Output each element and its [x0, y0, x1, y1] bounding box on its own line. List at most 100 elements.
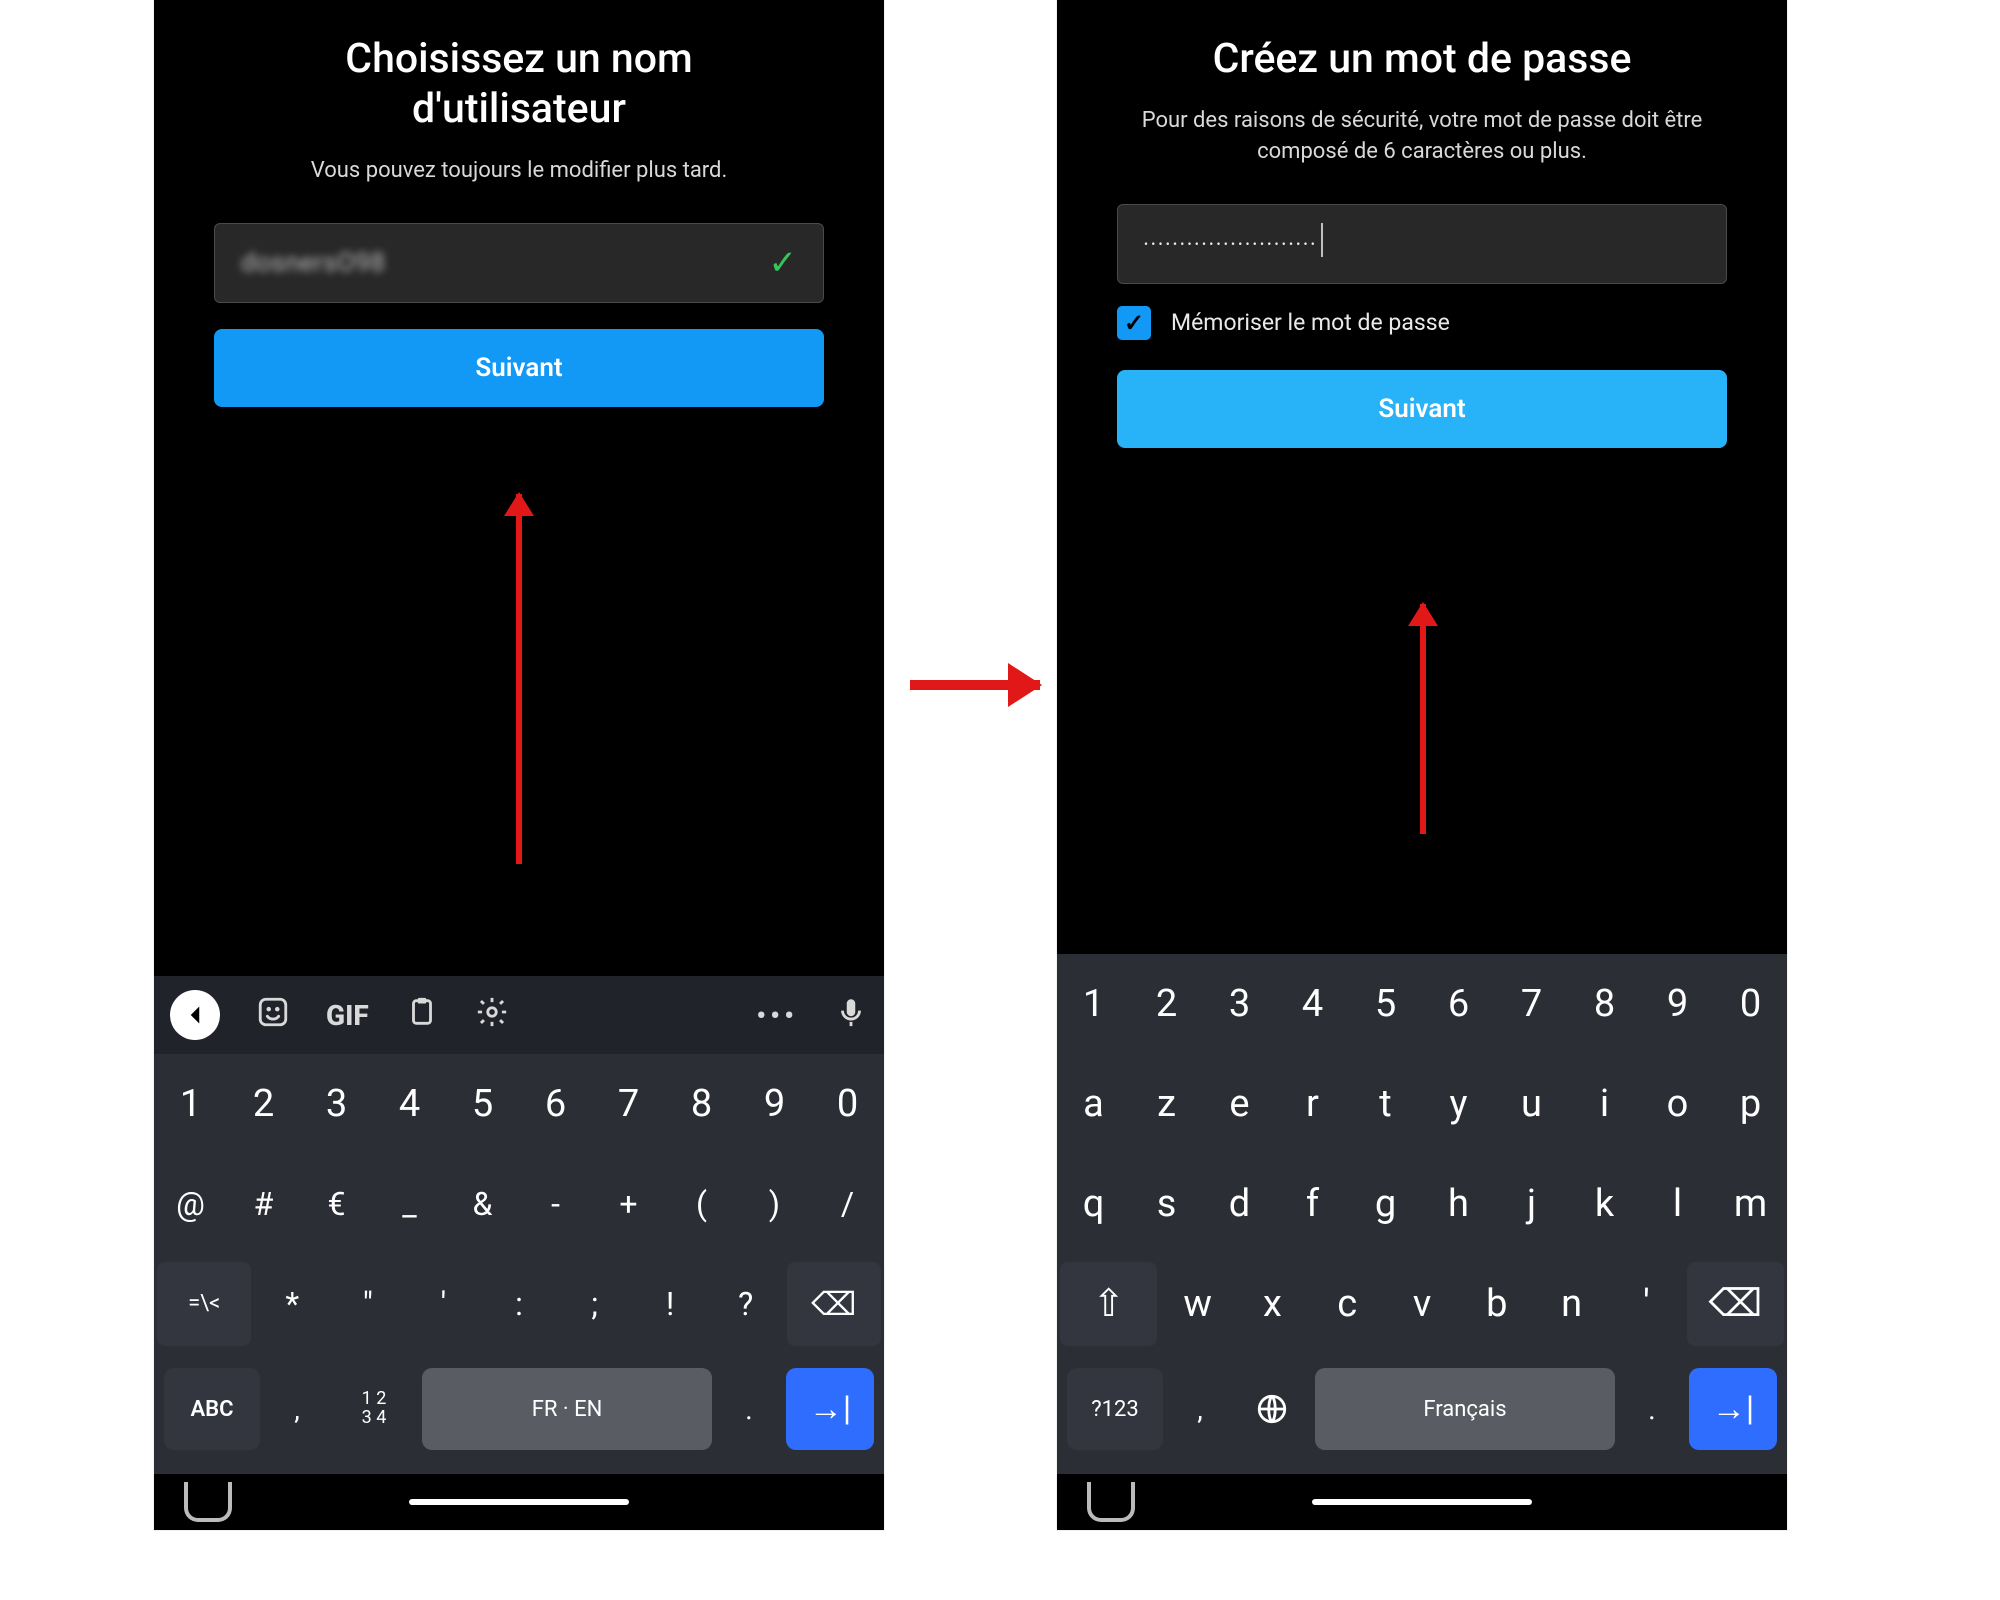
key-"[interactable]: ": [333, 1262, 403, 1346]
key-abc[interactable]: ABC: [164, 1368, 260, 1450]
password-field[interactable]: ••••••••••••••••••••••••: [1117, 204, 1727, 284]
key-9[interactable]: 9: [741, 1062, 808, 1146]
key-q[interactable]: q: [1060, 1162, 1127, 1246]
key--[interactable]: -: [522, 1162, 589, 1246]
key-6[interactable]: 6: [1425, 962, 1492, 1046]
key-p[interactable]: p: [1717, 1062, 1784, 1146]
key-€[interactable]: €: [303, 1162, 370, 1246]
key-space-r[interactable]: Français: [1315, 1368, 1615, 1450]
key-h[interactable]: h: [1425, 1162, 1492, 1246]
key-comma-r[interactable]: ,: [1171, 1368, 1229, 1450]
key-'[interactable]: ': [409, 1262, 479, 1346]
key-_[interactable]: _: [376, 1162, 443, 1246]
mic-icon[interactable]: [834, 995, 868, 1036]
remember-checkbox[interactable]: ✓: [1117, 306, 1151, 340]
key-row-3r: qsdfghjklm: [1057, 1154, 1787, 1254]
key-4[interactable]: 4: [376, 1062, 443, 1146]
key-)[interactable]: ): [741, 1162, 808, 1246]
key-7[interactable]: 7: [1498, 962, 1565, 1046]
key-3[interactable]: 3: [303, 1062, 370, 1146]
key-1234[interactable]: 1 2 3 4: [334, 1368, 414, 1450]
key-globe-icon[interactable]: [1237, 1368, 1307, 1450]
key-3[interactable]: 3: [1206, 962, 1273, 1046]
key-v[interactable]: v: [1388, 1262, 1457, 1346]
key-f[interactable]: f: [1279, 1162, 1346, 1246]
key-e[interactable]: e: [1206, 1062, 1273, 1146]
home-handle[interactable]: [409, 1499, 629, 1505]
key-z[interactable]: z: [1133, 1062, 1200, 1146]
key-4[interactable]: 4: [1279, 962, 1346, 1046]
subtitle-right: Pour des raisons de sécurité, votre mot …: [1087, 106, 1757, 168]
key-d[interactable]: d: [1206, 1162, 1273, 1246]
key-shift[interactable]: ⇧: [1060, 1262, 1157, 1346]
key-6[interactable]: 6: [522, 1062, 589, 1146]
key-'[interactable]: ': [1612, 1262, 1681, 1346]
key-w[interactable]: w: [1163, 1262, 1232, 1346]
key-9[interactable]: 9: [1644, 962, 1711, 1046]
key-enter[interactable]: →|: [786, 1368, 874, 1450]
key-*[interactable]: *: [257, 1262, 327, 1346]
more-icon[interactable]: •••: [756, 999, 798, 1032]
key-@[interactable]: @: [157, 1162, 224, 1246]
next-button-right[interactable]: Suivant: [1117, 370, 1727, 448]
key-([interactable]: (: [668, 1162, 735, 1246]
back-chevron-icon[interactable]: [170, 990, 220, 1040]
key-u[interactable]: u: [1498, 1062, 1565, 1146]
key-a[interactable]: a: [1060, 1062, 1127, 1146]
key-backspace-r[interactable]: ⌫: [1687, 1262, 1784, 1346]
key-:[interactable]: :: [484, 1262, 554, 1346]
recent-apps-icon[interactable]: [184, 1482, 232, 1522]
username-field[interactable]: dosnersO98 ✓: [214, 223, 824, 303]
key-r[interactable]: r: [1279, 1062, 1346, 1146]
key-backspace[interactable]: ⌫: [787, 1262, 881, 1346]
key-k[interactable]: k: [1571, 1162, 1638, 1246]
key-enter-r[interactable]: →|: [1689, 1368, 1777, 1450]
key-8[interactable]: 8: [1571, 962, 1638, 1046]
gif-button[interactable]: GIF: [326, 999, 369, 1032]
key-5[interactable]: 5: [1352, 962, 1419, 1046]
key-/[interactable]: /: [814, 1162, 881, 1246]
key-comma[interactable]: ,: [268, 1368, 326, 1450]
keyboard-right: 1234567890 azertyuiop qsdfghjklm ⇧ wxcvb…: [1057, 954, 1787, 1474]
key-o[interactable]: o: [1644, 1062, 1711, 1146]
clipboard-icon[interactable]: [405, 995, 439, 1036]
key-2[interactable]: 2: [1133, 962, 1200, 1046]
key-q123[interactable]: ?123: [1067, 1368, 1163, 1450]
next-button-left-label: Suivant: [475, 353, 562, 383]
key-i[interactable]: i: [1571, 1062, 1638, 1146]
key-x[interactable]: x: [1238, 1262, 1307, 1346]
key-period-r[interactable]: .: [1623, 1368, 1681, 1450]
key-![interactable]: !: [635, 1262, 705, 1346]
key-0[interactable]: 0: [1717, 962, 1784, 1046]
sticker-icon[interactable]: [256, 995, 290, 1036]
key-space[interactable]: FR · EN: [422, 1368, 712, 1450]
key-l[interactable]: l: [1644, 1162, 1711, 1246]
key-&[interactable]: &: [449, 1162, 516, 1246]
key-?[interactable]: ?: [711, 1262, 781, 1346]
key-shift-symbols[interactable]: =\<: [157, 1262, 251, 1346]
key-8[interactable]: 8: [668, 1062, 735, 1146]
key-1[interactable]: 1: [1060, 962, 1127, 1046]
key-b[interactable]: b: [1462, 1262, 1531, 1346]
recent-apps-icon-r[interactable]: [1087, 1482, 1135, 1522]
key-g[interactable]: g: [1352, 1162, 1419, 1246]
key-period[interactable]: .: [720, 1368, 778, 1450]
next-button-left[interactable]: Suivant: [214, 329, 824, 407]
key-0[interactable]: 0: [814, 1062, 881, 1146]
key-j[interactable]: j: [1498, 1162, 1565, 1246]
key-c[interactable]: c: [1313, 1262, 1382, 1346]
key-s[interactable]: s: [1133, 1162, 1200, 1246]
key-7[interactable]: 7: [595, 1062, 662, 1146]
key-;[interactable]: ;: [560, 1262, 630, 1346]
key-m[interactable]: m: [1717, 1162, 1784, 1246]
home-handle-r[interactable]: [1312, 1499, 1532, 1505]
gear-icon[interactable]: [475, 995, 509, 1036]
key-1[interactable]: 1: [157, 1062, 224, 1146]
key-t[interactable]: t: [1352, 1062, 1419, 1146]
key-2[interactable]: 2: [230, 1062, 297, 1146]
key-+[interactable]: +: [595, 1162, 662, 1246]
key-5[interactable]: 5: [449, 1062, 516, 1146]
key-y[interactable]: y: [1425, 1062, 1492, 1146]
key-n[interactable]: n: [1537, 1262, 1606, 1346]
key-#[interactable]: #: [230, 1162, 297, 1246]
